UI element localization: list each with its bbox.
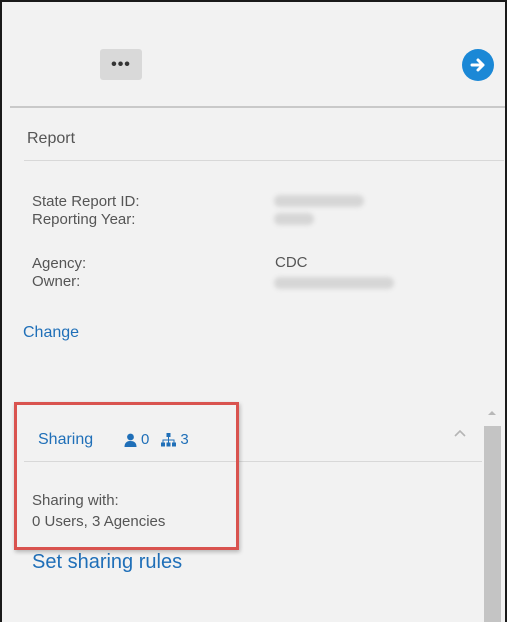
owner-value-redacted [274, 277, 394, 289]
side-panel: ••• Report State Report ID: Reporting Ye… [0, 0, 507, 622]
report-divider [24, 160, 504, 161]
chevron-up-icon[interactable] [453, 426, 467, 440]
agency-value: CDC [275, 254, 308, 271]
report-section-title: Report [27, 130, 76, 147]
set-sharing-rules-link[interactable]: Set sharing rules [32, 551, 182, 574]
owner-label: Owner: [32, 273, 81, 290]
next-button[interactable] [462, 49, 494, 81]
more-options-button[interactable]: ••• [100, 49, 142, 80]
state-report-id-value-redacted [274, 195, 364, 207]
reporting-year-value-redacted [274, 213, 314, 225]
scrollbar-thumb[interactable] [484, 426, 501, 622]
change-link[interactable]: Change [23, 324, 79, 342]
toolbar-divider [10, 106, 505, 108]
scroll-up-arrow[interactable] [485, 408, 499, 418]
state-report-id-label: State Report ID: [32, 193, 140, 210]
agency-label: Agency: [32, 255, 87, 272]
more-icon: ••• [111, 55, 131, 73]
arrow-right-icon [470, 58, 485, 72]
reporting-year-label: Reporting Year: [32, 211, 136, 228]
highlight-box [14, 402, 239, 550]
